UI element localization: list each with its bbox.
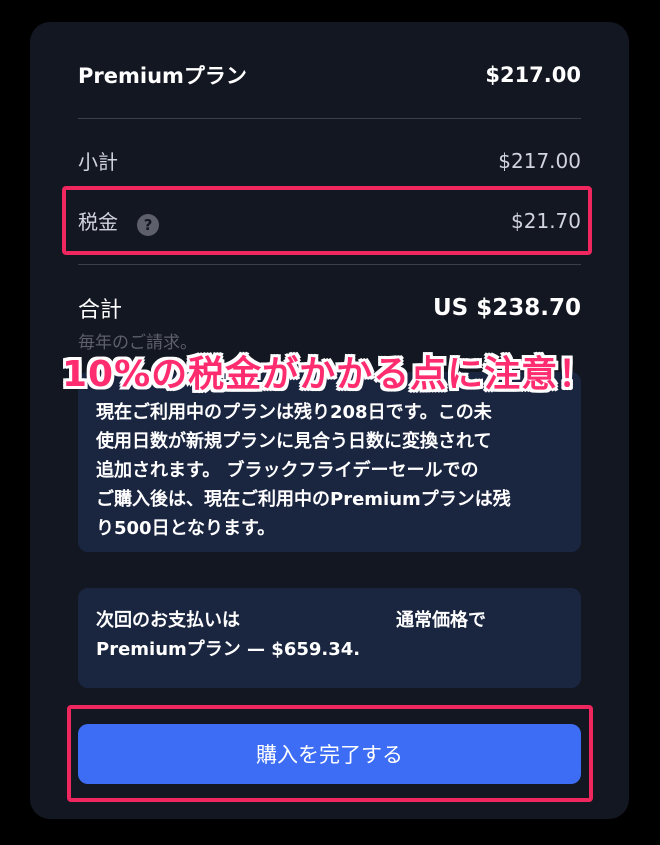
subtotal-row: 小計 $217.00 — [78, 146, 581, 175]
checkout-card: Premiumプラン $217.00 小計 $217.00 税金 ? $21.7… — [30, 22, 629, 819]
next-payment-info: 次回のお支払いは 通常価格で Premiumプラン — $659.34. — [78, 588, 581, 688]
info-line: 追加されます。 ブラックフライデーセールでの — [96, 460, 479, 481]
next-payment-text: 次回のお支払いは — [96, 610, 240, 631]
total-value: US $238.70 — [432, 295, 581, 321]
subtotal-value: $217.00 — [498, 148, 581, 173]
button-highlight-box — [67, 705, 593, 802]
subtotal-label: 小計 — [78, 150, 118, 174]
info-line: 使用日数が新規プランに見合う日数に変換されて — [96, 431, 492, 452]
tax-highlight-box — [62, 186, 592, 255]
plan-price: $217.00 — [485, 63, 581, 87]
tax-warning-annotation: 10%の税金がかかる点に注意！ — [62, 354, 596, 395]
plan-name: Premiumプラン — [78, 64, 247, 88]
info-line: り500日となります。 — [96, 518, 276, 539]
divider — [78, 118, 581, 119]
next-payment-line: 次回のお支払いは 通常価格で — [96, 606, 563, 635]
info-line: ご購入後は、現在ご利用中のPremiumプランは残 — [96, 489, 511, 510]
total-label: 合計 — [78, 298, 123, 323]
divider — [78, 264, 581, 265]
remaining-days-info: 現在ご利用中のプランは残り208日です。この未 使用日数が新規プランに見合う日数… — [78, 372, 581, 552]
next-payment-amount: Premiumプラン — $659.34. — [96, 639, 361, 660]
info-line: 現在ご利用中のプランは残り208日です。この未 — [96, 402, 492, 423]
regular-price-text: 通常価格で — [396, 610, 486, 631]
plan-row: Premiumプラン $217.00 — [78, 60, 581, 90]
total-row: 合計 US $238.70 — [78, 292, 581, 324]
